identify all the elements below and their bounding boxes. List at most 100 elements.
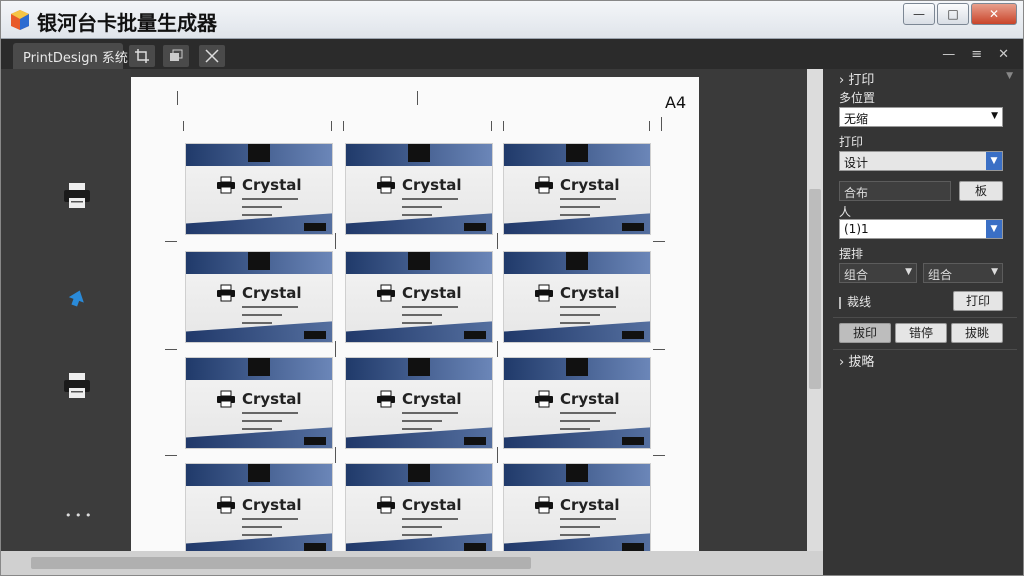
print-select[interactable]: 设计 ▼ — [839, 151, 1003, 171]
checkbox-icon — [839, 296, 841, 309]
window-controls: — □ ✕ — [903, 3, 1017, 25]
card-text-line — [402, 306, 458, 308]
card-text-line — [242, 518, 298, 520]
printer-icon — [217, 284, 235, 302]
card-text-line — [242, 526, 282, 528]
table-card[interactable]: Crystal — [503, 143, 651, 235]
card-text-line — [402, 214, 432, 216]
transform-tool-icon[interactable] — [199, 45, 225, 67]
align-label: 摆排 — [839, 247, 864, 261]
more-tools-icon[interactable]: • • • — [65, 509, 91, 522]
crop-lines-label: 裁线 — [847, 295, 872, 309]
page-size-label: A4 — [665, 93, 687, 112]
card-text-line — [242, 420, 282, 422]
crop-mark — [335, 233, 336, 249]
card-text-line — [242, 412, 298, 414]
tab-bar: PrintDesign 系统 — ≡ ✕ — [1, 39, 1023, 69]
card-notch — [248, 144, 270, 162]
card-text-line — [402, 518, 458, 520]
menu-icon[interactable]: ≡ — [971, 47, 982, 62]
close-tab-icon[interactable]: ✕ — [998, 47, 1009, 62]
arrow-icon[interactable] — [61, 282, 93, 314]
table-card[interactable]: Crystal — [185, 251, 333, 343]
gap-button[interactable]: 板 — [959, 181, 1003, 201]
card-text-line — [402, 198, 458, 200]
crop-mark — [165, 349, 177, 350]
vertical-scrollbar[interactable] — [807, 69, 823, 551]
maximize-button[interactable]: □ — [937, 3, 969, 25]
crop-mark — [661, 117, 662, 131]
export-button[interactable]: 拔眺 — [951, 323, 1003, 343]
table-card[interactable]: Crystal — [503, 251, 651, 343]
crop-mark — [491, 121, 492, 131]
position-value: 无缩 — [844, 112, 869, 126]
crop-mark — [165, 241, 177, 242]
horizontal-scroll-thumb[interactable] — [31, 557, 531, 569]
crop-mark — [497, 341, 498, 357]
card-notch — [248, 464, 270, 482]
card-name: Crystal — [560, 496, 620, 514]
section-more-header[interactable]: › 拔略 — [839, 351, 874, 370]
table-card[interactable]: Crystal — [345, 463, 493, 555]
print-settings-panel: › 打印 ▼ 多位置 无缩 ▼ 打印 设计 ▼ 合布 板 人 (1)1 ▼ 摆排… — [823, 69, 1023, 575]
table-card[interactable]: Crystal — [345, 143, 493, 235]
left-toolbar: • • • — [1, 69, 131, 551]
section-print-label: 打印 — [848, 73, 875, 88]
section-print-header[interactable]: › 打印 — [839, 69, 874, 88]
printer-icon — [535, 496, 553, 514]
card-text-line — [242, 534, 272, 536]
card-tag — [304, 331, 326, 339]
card-name: Crystal — [242, 284, 302, 302]
crop-lines-checkbox[interactable]: 裁线 — [839, 293, 871, 310]
crop-tool-icon[interactable] — [129, 45, 155, 67]
table-card[interactable]: Crystal — [185, 143, 333, 235]
card-text-line — [242, 306, 298, 308]
table-card[interactable]: Crystal — [503, 463, 651, 555]
crop-mark — [335, 341, 336, 357]
card-text-line — [242, 428, 272, 430]
card-name: Crystal — [560, 390, 620, 408]
vertical-scroll-thumb[interactable] — [809, 189, 821, 389]
printer-icon — [535, 284, 553, 302]
card-tag — [304, 223, 326, 231]
printer-icon — [217, 176, 235, 194]
card-tag — [622, 437, 644, 445]
chevron-right-icon: › — [839, 355, 849, 370]
layers-tool-icon[interactable] — [163, 45, 189, 67]
chevron-down-icon[interactable]: ▼ — [1006, 71, 1013, 81]
table-card[interactable]: Crystal — [503, 357, 651, 449]
printer-icon[interactable] — [61, 179, 93, 211]
position-select[interactable]: 无缩 ▼ — [839, 107, 1003, 127]
size-value: (1)1 — [844, 222, 869, 236]
table-card[interactable]: Crystal — [185, 463, 333, 555]
printer-icon — [377, 176, 395, 194]
tab-print-design[interactable]: PrintDesign 系统 — [13, 43, 128, 69]
size-select[interactable]: (1)1 ▼ — [839, 219, 1003, 239]
printer-icon[interactable] — [61, 369, 93, 401]
app-window: 银河台卡批量生成器 — □ ✕ PrintDesign 系统 — ≡ ✕ • •… — [0, 0, 1024, 576]
card-name: Crystal — [560, 176, 620, 194]
table-card[interactable]: Crystal — [345, 357, 493, 449]
card-text-line — [560, 214, 590, 216]
crop-mark — [335, 447, 336, 463]
crop-mark — [497, 233, 498, 249]
crop-mark — [503, 121, 504, 131]
order-button[interactable]: 错停 — [895, 323, 947, 343]
card-notch — [248, 358, 270, 376]
minimize-button[interactable]: — — [903, 3, 935, 25]
card-text-line — [402, 526, 442, 528]
card-tag — [464, 331, 486, 339]
table-card[interactable]: Crystal — [185, 357, 333, 449]
collapse-icon[interactable]: — — [942, 47, 955, 62]
layout-button[interactable]: 拔印 — [839, 323, 891, 343]
chevron-down-icon: ▼ — [986, 152, 1002, 170]
align-right-select[interactable]: 组合 ▼ — [923, 263, 1003, 283]
print-button[interactable]: 打印 — [953, 291, 1003, 311]
gap-field[interactable]: 合布 — [839, 181, 951, 201]
close-button[interactable]: ✕ — [971, 3, 1017, 25]
align-left-select[interactable]: 组合 ▼ — [839, 263, 917, 283]
card-text-line — [560, 198, 616, 200]
horizontal-scrollbar[interactable] — [1, 551, 823, 575]
position-label: 多位置 — [839, 91, 876, 105]
table-card[interactable]: Crystal — [345, 251, 493, 343]
